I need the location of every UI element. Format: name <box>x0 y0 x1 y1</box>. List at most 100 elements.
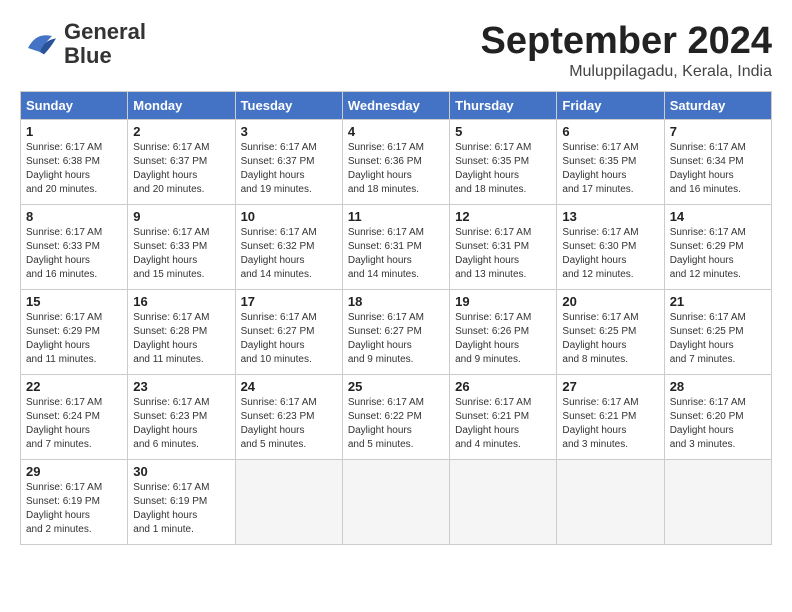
calendar-cell: 7 Sunrise: 6:17 AM Sunset: 6:34 PM Dayli… <box>664 120 771 205</box>
day-number: 25 <box>348 379 444 394</box>
calendar-cell <box>664 460 771 545</box>
day-number: 14 <box>670 209 766 224</box>
day-number: 9 <box>133 209 229 224</box>
calendar-table: SundayMondayTuesdayWednesdayThursdayFrid… <box>20 91 772 545</box>
day-info: Sunrise: 6:17 AM Sunset: 6:37 PM Dayligh… <box>241 141 337 197</box>
day-info: Sunrise: 6:17 AM Sunset: 6:19 PM Dayligh… <box>133 481 229 537</box>
day-info: Sunrise: 6:17 AM Sunset: 6:27 PM Dayligh… <box>348 311 444 367</box>
day-info: Sunrise: 6:17 AM Sunset: 6:22 PM Dayligh… <box>348 396 444 452</box>
day-number: 18 <box>348 294 444 309</box>
day-number: 26 <box>455 379 551 394</box>
day-number: 4 <box>348 124 444 139</box>
calendar-cell <box>235 460 342 545</box>
day-info: Sunrise: 6:17 AM Sunset: 6:29 PM Dayligh… <box>670 226 766 282</box>
column-header-thursday: Thursday <box>450 92 557 120</box>
calendar-cell: 15 Sunrise: 6:17 AM Sunset: 6:29 PM Dayl… <box>21 290 128 375</box>
day-info: Sunrise: 6:17 AM Sunset: 6:21 PM Dayligh… <box>562 396 658 452</box>
day-number: 2 <box>133 124 229 139</box>
day-info: Sunrise: 6:17 AM Sunset: 6:30 PM Dayligh… <box>562 226 658 282</box>
calendar-cell: 14 Sunrise: 6:17 AM Sunset: 6:29 PM Dayl… <box>664 205 771 290</box>
day-number: 3 <box>241 124 337 139</box>
column-header-saturday: Saturday <box>664 92 771 120</box>
calendar-cell: 29 Sunrise: 6:17 AM Sunset: 6:19 PM Dayl… <box>21 460 128 545</box>
day-info: Sunrise: 6:17 AM Sunset: 6:32 PM Dayligh… <box>241 226 337 282</box>
calendar-cell: 22 Sunrise: 6:17 AM Sunset: 6:24 PM Dayl… <box>21 375 128 460</box>
day-number: 23 <box>133 379 229 394</box>
day-info: Sunrise: 6:17 AM Sunset: 6:31 PM Dayligh… <box>348 226 444 282</box>
calendar-cell: 21 Sunrise: 6:17 AM Sunset: 6:25 PM Dayl… <box>664 290 771 375</box>
day-number: 28 <box>670 379 766 394</box>
calendar-cell: 27 Sunrise: 6:17 AM Sunset: 6:21 PM Dayl… <box>557 375 664 460</box>
day-number: 7 <box>670 124 766 139</box>
day-info: Sunrise: 6:17 AM Sunset: 6:21 PM Dayligh… <box>455 396 551 452</box>
calendar-cell: 1 Sunrise: 6:17 AM Sunset: 6:38 PM Dayli… <box>21 120 128 205</box>
column-header-tuesday: Tuesday <box>235 92 342 120</box>
calendar-cell <box>450 460 557 545</box>
day-info: Sunrise: 6:17 AM Sunset: 6:28 PM Dayligh… <box>133 311 229 367</box>
logo-text: General Blue <box>64 20 146 68</box>
day-info: Sunrise: 6:17 AM Sunset: 6:23 PM Dayligh… <box>133 396 229 452</box>
day-number: 1 <box>26 124 122 139</box>
day-number: 8 <box>26 209 122 224</box>
day-info: Sunrise: 6:17 AM Sunset: 6:26 PM Dayligh… <box>455 311 551 367</box>
calendar-cell <box>557 460 664 545</box>
day-info: Sunrise: 6:17 AM Sunset: 6:24 PM Dayligh… <box>26 396 122 452</box>
day-number: 5 <box>455 124 551 139</box>
day-info: Sunrise: 6:17 AM Sunset: 6:19 PM Dayligh… <box>26 481 122 537</box>
calendar-cell <box>342 460 449 545</box>
day-info: Sunrise: 6:17 AM Sunset: 6:35 PM Dayligh… <box>455 141 551 197</box>
calendar-week-2: 8 Sunrise: 6:17 AM Sunset: 6:33 PM Dayli… <box>21 205 772 290</box>
day-info: Sunrise: 6:17 AM Sunset: 6:34 PM Dayligh… <box>670 141 766 197</box>
day-number: 12 <box>455 209 551 224</box>
day-info: Sunrise: 6:17 AM Sunset: 6:38 PM Dayligh… <box>26 141 122 197</box>
column-header-wednesday: Wednesday <box>342 92 449 120</box>
day-number: 11 <box>348 209 444 224</box>
calendar-cell: 11 Sunrise: 6:17 AM Sunset: 6:31 PM Dayl… <box>342 205 449 290</box>
calendar-cell: 2 Sunrise: 6:17 AM Sunset: 6:37 PM Dayli… <box>128 120 235 205</box>
day-number: 30 <box>133 464 229 479</box>
day-info: Sunrise: 6:17 AM Sunset: 6:33 PM Dayligh… <box>133 226 229 282</box>
day-number: 19 <box>455 294 551 309</box>
calendar-cell: 8 Sunrise: 6:17 AM Sunset: 6:33 PM Dayli… <box>21 205 128 290</box>
column-header-monday: Monday <box>128 92 235 120</box>
calendar-cell: 13 Sunrise: 6:17 AM Sunset: 6:30 PM Dayl… <box>557 205 664 290</box>
calendar-cell: 18 Sunrise: 6:17 AM Sunset: 6:27 PM Dayl… <box>342 290 449 375</box>
day-info: Sunrise: 6:17 AM Sunset: 6:29 PM Dayligh… <box>26 311 122 367</box>
day-number: 17 <box>241 294 337 309</box>
calendar-cell: 30 Sunrise: 6:17 AM Sunset: 6:19 PM Dayl… <box>128 460 235 545</box>
day-number: 10 <box>241 209 337 224</box>
calendar-cell: 16 Sunrise: 6:17 AM Sunset: 6:28 PM Dayl… <box>128 290 235 375</box>
day-number: 6 <box>562 124 658 139</box>
day-info: Sunrise: 6:17 AM Sunset: 6:36 PM Dayligh… <box>348 141 444 197</box>
calendar-week-4: 22 Sunrise: 6:17 AM Sunset: 6:24 PM Dayl… <box>21 375 772 460</box>
location-title: Muluppilagadu, Kerala, India <box>481 63 773 81</box>
calendar-cell: 17 Sunrise: 6:17 AM Sunset: 6:27 PM Dayl… <box>235 290 342 375</box>
day-info: Sunrise: 6:17 AM Sunset: 6:25 PM Dayligh… <box>670 311 766 367</box>
calendar-cell: 10 Sunrise: 6:17 AM Sunset: 6:32 PM Dayl… <box>235 205 342 290</box>
calendar-cell: 26 Sunrise: 6:17 AM Sunset: 6:21 PM Dayl… <box>450 375 557 460</box>
calendar-cell: 23 Sunrise: 6:17 AM Sunset: 6:23 PM Dayl… <box>128 375 235 460</box>
calendar-week-5: 29 Sunrise: 6:17 AM Sunset: 6:19 PM Dayl… <box>21 460 772 545</box>
logo-icon <box>20 24 60 64</box>
calendar-cell: 5 Sunrise: 6:17 AM Sunset: 6:35 PM Dayli… <box>450 120 557 205</box>
logo: General Blue <box>20 20 146 68</box>
column-header-sunday: Sunday <box>21 92 128 120</box>
day-number: 16 <box>133 294 229 309</box>
day-number: 13 <box>562 209 658 224</box>
calendar-cell: 3 Sunrise: 6:17 AM Sunset: 6:37 PM Dayli… <box>235 120 342 205</box>
day-number: 27 <box>562 379 658 394</box>
day-info: Sunrise: 6:17 AM Sunset: 6:31 PM Dayligh… <box>455 226 551 282</box>
calendar-cell: 6 Sunrise: 6:17 AM Sunset: 6:35 PM Dayli… <box>557 120 664 205</box>
calendar-week-3: 15 Sunrise: 6:17 AM Sunset: 6:29 PM Dayl… <box>21 290 772 375</box>
day-info: Sunrise: 6:17 AM Sunset: 6:25 PM Dayligh… <box>562 311 658 367</box>
calendar-cell: 28 Sunrise: 6:17 AM Sunset: 6:20 PM Dayl… <box>664 375 771 460</box>
day-number: 15 <box>26 294 122 309</box>
day-info: Sunrise: 6:17 AM Sunset: 6:35 PM Dayligh… <box>562 141 658 197</box>
day-number: 29 <box>26 464 122 479</box>
calendar-cell: 20 Sunrise: 6:17 AM Sunset: 6:25 PM Dayl… <box>557 290 664 375</box>
page-header: General Blue September 2024 Muluppilagad… <box>20 20 772 81</box>
calendar-cell: 25 Sunrise: 6:17 AM Sunset: 6:22 PM Dayl… <box>342 375 449 460</box>
day-info: Sunrise: 6:17 AM Sunset: 6:33 PM Dayligh… <box>26 226 122 282</box>
header-row: SundayMondayTuesdayWednesdayThursdayFrid… <box>21 92 772 120</box>
day-number: 22 <box>26 379 122 394</box>
